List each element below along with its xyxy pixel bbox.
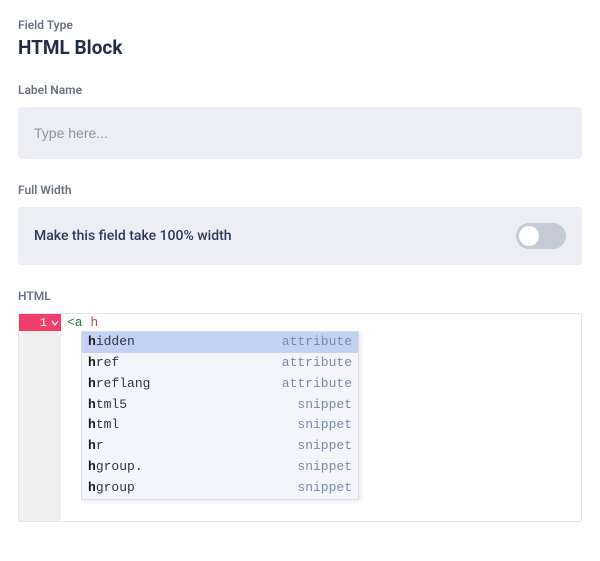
code-line-1[interactable]: 1 <a h bbox=[19, 314, 581, 331]
code-rest[interactable]: hidden attribute href attribute hreflang attr… bbox=[61, 331, 581, 521]
autocomplete-item[interactable]: hgroup. snippet bbox=[82, 457, 358, 478]
autocomplete-popup[interactable]: hidden attribute href attribute hreflang attr… bbox=[81, 331, 359, 500]
fold-icon[interactable] bbox=[51, 319, 59, 327]
toggle-knob bbox=[519, 226, 539, 246]
autocomplete-item[interactable]: hgroup snippet bbox=[82, 478, 358, 499]
code-token-tag: <a bbox=[67, 315, 90, 330]
autocomplete-item-kind: snippet bbox=[297, 416, 352, 435]
autocomplete-item-kind: snippet bbox=[297, 437, 352, 456]
autocomplete-item[interactable]: hreflang attribute bbox=[82, 374, 358, 395]
full-width-label: Full Width bbox=[18, 183, 582, 197]
autocomplete-item-kind: snippet bbox=[297, 458, 352, 477]
autocomplete-item[interactable]: href attribute bbox=[82, 353, 358, 374]
autocomplete-item-label: href bbox=[88, 354, 119, 373]
autocomplete-item-kind: attribute bbox=[282, 375, 352, 394]
html-label: HTML bbox=[18, 289, 582, 303]
autocomplete-item-label: hr bbox=[88, 437, 104, 456]
autocomplete-item-label: hreflang bbox=[88, 375, 150, 394]
autocomplete-item[interactable]: hr snippet bbox=[82, 436, 358, 457]
autocomplete-item-label: hgroup. bbox=[88, 458, 143, 477]
full-width-row: Make this field take 100% width bbox=[18, 207, 582, 265]
autocomplete-item-kind: attribute bbox=[282, 354, 352, 373]
autocomplete-item[interactable]: hidden attribute bbox=[82, 332, 358, 353]
autocomplete-item-kind: attribute bbox=[282, 333, 352, 352]
autocomplete-item[interactable]: html snippet bbox=[82, 415, 358, 436]
autocomplete-item[interactable]: html5 snippet bbox=[82, 395, 358, 416]
full-width-toggle[interactable] bbox=[516, 223, 566, 249]
label-name-label: Label Name bbox=[18, 83, 582, 97]
gutter-line-1[interactable]: 1 bbox=[19, 314, 61, 331]
label-name-input[interactable] bbox=[18, 107, 582, 159]
autocomplete-item-label: hidden bbox=[88, 333, 135, 352]
field-type-label: Field Type bbox=[18, 18, 582, 32]
html-editor[interactable]: 1 <a h hiddenattributehrefattributehrefl… bbox=[18, 313, 582, 522]
code-content[interactable]: <a h bbox=[61, 314, 581, 331]
autocomplete-item-kind: snippet bbox=[297, 479, 352, 498]
autocomplete-item-label: hgroup bbox=[88, 479, 135, 498]
code-token-attr: h bbox=[90, 315, 98, 330]
field-type-value: HTML Block bbox=[18, 36, 582, 59]
autocomplete-item-kind: snippet bbox=[297, 396, 352, 415]
autocomplete-item-label: html bbox=[88, 416, 119, 435]
line-number: 1 bbox=[40, 316, 47, 330]
full-width-desc: Make this field take 100% width bbox=[34, 228, 232, 244]
autocomplete-item-label: html5 bbox=[88, 396, 127, 415]
gutter-rest bbox=[19, 331, 61, 521]
